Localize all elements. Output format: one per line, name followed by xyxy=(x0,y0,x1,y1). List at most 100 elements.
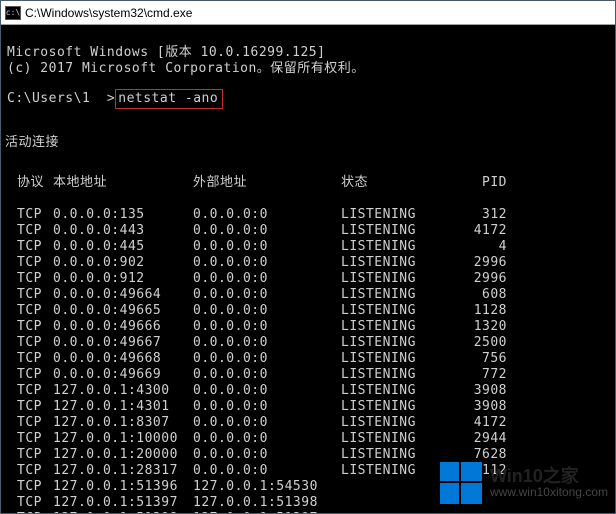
cell-pid: 1128 xyxy=(455,303,515,319)
cell-local: 127.0.0.1:51397 xyxy=(53,495,193,511)
cell-local: 0.0.0.0:49666 xyxy=(53,319,193,335)
table-row: TCP127.0.0.1:51398127.0.0.1:51397 xyxy=(7,511,609,513)
cell-local: 0.0.0.0:443 xyxy=(53,223,193,239)
header-pid: PID xyxy=(455,175,515,191)
console-output[interactable]: Microsoft Windows [版本 10.0.16299.125] (c… xyxy=(1,25,615,513)
table-row: TCP0.0.0.0:496680.0.0.0:0LISTENING756 xyxy=(7,351,609,367)
cell-proto: TCP xyxy=(7,367,53,383)
cell-pid: 608 xyxy=(455,287,515,303)
cell-local: 127.0.0.1:20000 xyxy=(53,447,193,463)
prompt: C:\Users\1 > xyxy=(7,91,115,106)
command-line: C:\Users\1 >netstat -ano xyxy=(7,89,609,109)
cell-pid xyxy=(455,511,515,513)
cell-foreign: 0.0.0.0:0 xyxy=(193,351,341,367)
table-row: TCP127.0.0.1:100000.0.0.0:0LISTENING2944 xyxy=(7,431,609,447)
cell-pid: 7628 xyxy=(455,447,515,463)
cell-pid: 4172 xyxy=(455,223,515,239)
cell-state: LISTENING xyxy=(341,431,455,447)
cell-proto: TCP xyxy=(7,207,53,223)
cell-foreign: 0.0.0.0:0 xyxy=(193,383,341,399)
table-row: TCP127.0.0.1:43010.0.0.0:0LISTENING3908 xyxy=(7,399,609,415)
cell-pid: 3908 xyxy=(455,383,515,399)
cell-state: LISTENING xyxy=(341,287,455,303)
cell-state: LISTENING xyxy=(341,447,455,463)
cell-state xyxy=(341,495,455,511)
cell-pid: 4172 xyxy=(455,415,515,431)
cell-foreign: 0.0.0.0:0 xyxy=(193,431,341,447)
cell-pid: 2944 xyxy=(455,431,515,447)
cell-proto: TCP xyxy=(7,239,53,255)
cell-state: LISTENING xyxy=(341,239,455,255)
watermark-brand: Win10之家 xyxy=(490,467,608,487)
cell-foreign: 0.0.0.0:0 xyxy=(193,463,341,479)
cell-foreign: 127.0.0.1:51398 xyxy=(193,495,341,511)
table-row: TCP127.0.0.1:200000.0.0.0:0LISTENING7628 xyxy=(7,447,609,463)
table-row: TCP127.0.0.1:83070.0.0.0:0LISTENING4172 xyxy=(7,415,609,431)
header-local: 本地地址 xyxy=(53,175,193,191)
table-row: TCP0.0.0.0:496690.0.0.0:0LISTENING772 xyxy=(7,367,609,383)
cell-proto: TCP xyxy=(7,415,53,431)
cmd-icon: c:\ xyxy=(5,6,21,20)
cell-foreign: 127.0.0.1:51397 xyxy=(193,511,341,513)
cell-state: LISTENING xyxy=(341,335,455,351)
cell-state: LISTENING xyxy=(341,367,455,383)
cell-proto: TCP xyxy=(7,255,53,271)
windows-logo-icon xyxy=(440,462,482,504)
cell-proto: TCP xyxy=(7,223,53,239)
cell-state: LISTENING xyxy=(341,255,455,271)
cell-foreign: 0.0.0.0:0 xyxy=(193,239,341,255)
cell-state: LISTENING xyxy=(341,399,455,415)
cell-proto: TCP xyxy=(7,495,53,511)
table-row: TCP127.0.0.1:43000.0.0.0:0LISTENING3908 xyxy=(7,383,609,399)
cell-pid: 2996 xyxy=(455,255,515,271)
header-proto: 协议 xyxy=(7,175,53,191)
table-row: TCP0.0.0.0:496640.0.0.0:0LISTENING608 xyxy=(7,287,609,303)
cell-local: 127.0.0.1:51396 xyxy=(53,479,193,495)
cell-state: LISTENING xyxy=(341,303,455,319)
header-state: 状态 xyxy=(341,175,455,191)
cell-state: LISTENING xyxy=(341,223,455,239)
watermark-text: Win10之家 www.win10xitong.com xyxy=(490,467,608,500)
cell-proto: TCP xyxy=(7,287,53,303)
cell-pid: 2996 xyxy=(455,271,515,287)
cell-proto: TCP xyxy=(7,335,53,351)
cell-proto: TCP xyxy=(7,463,53,479)
cell-state: LISTENING xyxy=(341,207,455,223)
cell-state: LISTENING xyxy=(341,383,455,399)
cell-local: 0.0.0.0:445 xyxy=(53,239,193,255)
titlebar[interactable]: c:\ C:\Windows\system32\cmd.exe xyxy=(1,1,615,25)
table-row: TCP0.0.0.0:9020.0.0.0:0LISTENING2996 xyxy=(7,255,609,271)
cell-pid: 3908 xyxy=(455,399,515,415)
cell-local: 0.0.0.0:49667 xyxy=(53,335,193,351)
cell-proto: TCP xyxy=(7,399,53,415)
table-row: TCP0.0.0.0:496650.0.0.0:0LISTENING1128 xyxy=(7,303,609,319)
command-text: netstat -ano xyxy=(118,91,218,106)
watermark: Win10之家 www.win10xitong.com xyxy=(440,462,608,504)
cell-pid: 4 xyxy=(455,239,515,255)
cell-pid: 772 xyxy=(455,367,515,383)
cell-state xyxy=(341,479,455,495)
cell-foreign: 0.0.0.0:0 xyxy=(193,447,341,463)
cell-local: 127.0.0.1:4300 xyxy=(53,383,193,399)
cell-local: 127.0.0.1:10000 xyxy=(53,431,193,447)
cell-state: LISTENING xyxy=(341,415,455,431)
cell-state: LISTENING xyxy=(341,271,455,287)
table-row: TCP0.0.0.0:4450.0.0.0:0LISTENING4 xyxy=(7,239,609,255)
cell-foreign: 0.0.0.0:0 xyxy=(193,399,341,415)
cell-proto: TCP xyxy=(7,351,53,367)
table-row: TCP0.0.0.0:496670.0.0.0:0LISTENING2500 xyxy=(7,335,609,351)
cell-foreign: 0.0.0.0:0 xyxy=(193,415,341,431)
cell-local: 0.0.0.0:49668 xyxy=(53,351,193,367)
cell-foreign: 0.0.0.0:0 xyxy=(193,207,341,223)
cell-foreign: 0.0.0.0:0 xyxy=(193,303,341,319)
cell-foreign: 0.0.0.0:0 xyxy=(193,319,341,335)
window-title: C:\Windows\system32\cmd.exe xyxy=(25,6,192,20)
cell-foreign: 0.0.0.0:0 xyxy=(193,287,341,303)
table-row: TCP0.0.0.0:496660.0.0.0:0LISTENING1320 xyxy=(7,319,609,335)
cell-local: 0.0.0.0:902 xyxy=(53,255,193,271)
cell-state xyxy=(341,511,455,513)
header-foreign: 外部地址 xyxy=(193,175,341,191)
cell-pid: 2500 xyxy=(455,335,515,351)
cell-proto: TCP xyxy=(7,271,53,287)
banner-line-2: (c) 2017 Microsoft Corporation。保留所有权利。 xyxy=(7,61,365,76)
